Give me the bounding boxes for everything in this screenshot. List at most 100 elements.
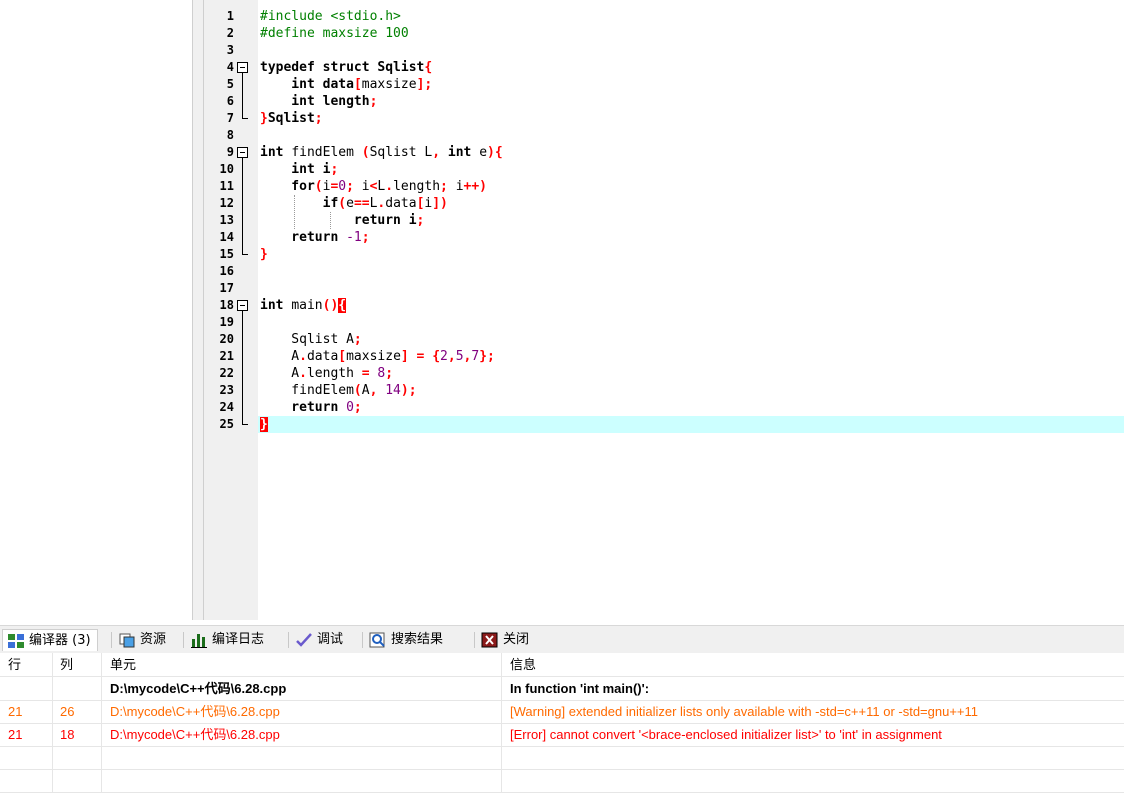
code-text[interactable]: for(i=0; i<L.length; i++): [260, 178, 487, 195]
fold-marker: [236, 331, 256, 348]
code-token: ,: [447, 349, 456, 364]
fold-marker: [236, 127, 256, 144]
code-text[interactable]: int findElem (Sqlist L, int e){: [260, 144, 503, 161]
code-token: length: [322, 94, 370, 109]
table-row[interactable]: [0, 746, 1124, 770]
code-line[interactable]: 11 for(i=0; i<L.length; i++): [204, 178, 1124, 195]
table-row[interactable]: 21 18 D:\mycode\C++代码\6.28.cpp [Error] cann…: [0, 723, 1124, 747]
fold-collapse-icon[interactable]: [237, 300, 248, 311]
code-line[interactable]: 1 #include <stdio.h>: [204, 8, 1124, 25]
code-line[interactable]: 18 int main(){: [204, 297, 1124, 314]
code-text[interactable]: int data[maxsize];: [260, 76, 432, 93]
code-line[interactable]: 16: [204, 263, 1124, 280]
fold-marker: [236, 399, 256, 416]
code-editor[interactable]: 1 #include <stdio.h> 2 #define maxsize 100 3…: [204, 0, 1124, 620]
code-token: typedef struct: [260, 60, 378, 75]
tab-0[interactable]: 编译器 (3): [2, 629, 98, 651]
code-text[interactable]: #include <stdio.h>: [260, 8, 401, 25]
close-icon: [481, 632, 499, 648]
code-token: =: [361, 366, 378, 381]
code-line[interactable]: 23 findElem(A, 14);: [204, 382, 1124, 399]
line-number: 11: [219, 179, 234, 193]
code-line[interactable]: 7}Sqlist;: [204, 110, 1124, 127]
code-text[interactable]: return i;: [260, 212, 424, 229]
code-text[interactable]: return -1;: [260, 229, 369, 246]
code-line[interactable]: 9 int findElem (Sqlist L, int e){: [204, 144, 1124, 161]
code-token: 0: [346, 400, 354, 415]
code-token: maxsize: [361, 77, 417, 92]
tab-4[interactable]: 搜索结果: [365, 629, 449, 651]
code-text[interactable]: }Sqlist;: [260, 110, 323, 127]
fold-marker: [236, 110, 256, 127]
pane-splitter[interactable]: [193, 0, 204, 620]
code-text[interactable]: A.data[maxsize] = {2,5,7};: [260, 348, 495, 365]
fold-collapse-icon[interactable]: [237, 62, 248, 73]
table-row[interactable]: [0, 769, 1124, 793]
code-line[interactable]: 3: [204, 42, 1124, 59]
code-token: #include <stdio.h>: [260, 9, 401, 24]
code-line[interactable]: 22 A.length = 8;: [204, 365, 1124, 382]
tab-2[interactable]: 编译日志: [186, 629, 270, 651]
fold-collapse-icon[interactable]: [237, 147, 248, 158]
table-row[interactable]: 21 26 D:\mycode\C++代码\6.28.cpp [Warning] ex…: [0, 700, 1124, 724]
code-line[interactable]: 15}: [204, 246, 1124, 263]
line-number: 19: [219, 315, 234, 329]
code-token: return: [260, 213, 409, 228]
compiler-messages-table[interactable]: 行 列 单元 信息 D:\mycode\C++代码\6.28.cpp In fun…: [0, 653, 1124, 793]
code-line[interactable]: 25}: [204, 416, 1124, 433]
fold-marker: [236, 59, 256, 76]
code-text[interactable]: }: [260, 246, 268, 263]
code-text[interactable]: A.length = 8;: [260, 365, 393, 382]
code-text[interactable]: int main(){: [260, 297, 347, 314]
code-line[interactable]: 14 return -1;: [204, 229, 1124, 246]
project-pane[interactable]: [0, 0, 193, 620]
line-number: 25: [219, 417, 234, 431]
code-line[interactable]: 4 typedef struct Sqlist{: [204, 59, 1124, 76]
code-line[interactable]: 10 int i;: [204, 161, 1124, 178]
tab-1[interactable]: 资源: [114, 629, 172, 651]
code-line[interactable]: 17: [204, 280, 1124, 297]
code-line[interactable]: 2 #define maxsize 100: [204, 25, 1124, 42]
tab-label: 资源: [140, 632, 167, 647]
header-unit[interactable]: 单元: [110, 653, 500, 676]
code-text[interactable]: #define maxsize 100: [260, 25, 409, 42]
code-text[interactable]: if(e==L.data[i]): [260, 195, 448, 212]
code-line[interactable]: 12 if(e==L.data[i]): [204, 195, 1124, 212]
code-line[interactable]: 24 return 0;: [204, 399, 1124, 416]
line-number: 1: [226, 9, 234, 23]
code-token: length: [306, 366, 362, 381]
code-text[interactable]: return 0;: [260, 399, 361, 416]
cell-column: 26: [60, 704, 75, 719]
line-number: 6: [226, 94, 234, 108]
cell-message: [Error] cannot convert '<brace-enclosed …: [510, 727, 942, 742]
code-text[interactable]: int length;: [260, 93, 377, 110]
fold-guide: [242, 93, 243, 110]
code-line[interactable]: 13 return i;: [204, 212, 1124, 229]
header-column[interactable]: 列: [60, 653, 100, 676]
code-token: .: [299, 366, 307, 381]
tab-5[interactable]: 关闭: [477, 629, 535, 651]
code-text[interactable]: int i;: [260, 161, 338, 178]
code-line[interactable]: 19: [204, 314, 1124, 331]
code-text[interactable]: typedef struct Sqlist{: [260, 59, 432, 76]
indent-guide: [294, 195, 295, 229]
header-line[interactable]: 行: [8, 653, 48, 676]
tab-3[interactable]: 调试: [291, 629, 349, 651]
code-text[interactable]: Sqlist A;: [260, 331, 361, 348]
code-line[interactable]: 20 Sqlist A;: [204, 331, 1124, 348]
code-token: data: [306, 349, 339, 364]
fold-marker: [236, 212, 256, 229]
code-text[interactable]: findElem(A, 14);: [260, 382, 416, 399]
line-number: 13: [219, 213, 234, 227]
code-line[interactable]: 21 A.data[maxsize] = {2,5,7};: [204, 348, 1124, 365]
code-line[interactable]: 8: [204, 127, 1124, 144]
table-row[interactable]: D:\mycode\C++代码\6.28.cpp In function 'int…: [0, 677, 1124, 701]
code-line[interactable]: 5 int data[maxsize];: [204, 76, 1124, 93]
code-line[interactable]: 6 int length;: [204, 93, 1124, 110]
fold-marker: [236, 365, 256, 382]
code-text[interactable]: }: [260, 416, 268, 433]
code-token: .: [299, 349, 307, 364]
header-message[interactable]: 信息: [510, 653, 1120, 676]
code-token: ;: [440, 179, 456, 194]
code-token: #define maxsize 100: [260, 26, 409, 41]
